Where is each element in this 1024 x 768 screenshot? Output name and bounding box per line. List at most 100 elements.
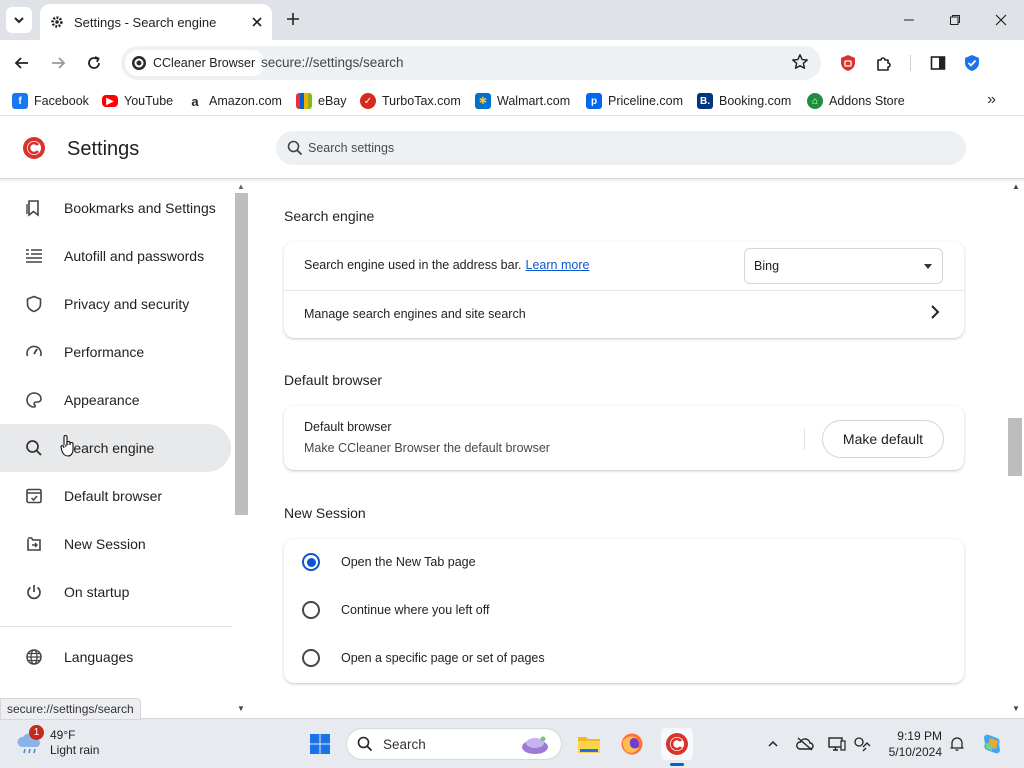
chevron-double-right-icon[interactable]: » xyxy=(987,91,996,109)
booking-icon: B. xyxy=(697,93,713,109)
sidebar-item-autofill-and-passwords[interactable]: Autofill and passwords xyxy=(0,232,231,280)
adblock-extension-button[interactable] xyxy=(836,51,860,75)
settings-search-box[interactable] xyxy=(276,131,966,165)
sidebar-item-search-engine[interactable]: Search engine xyxy=(0,424,231,472)
side-panel-icon xyxy=(930,56,946,70)
browser-toolbar: CCleaner Browser secure://settings/searc… xyxy=(0,40,1024,86)
search-icon xyxy=(287,140,303,156)
section-title-search-engine: Search engine xyxy=(284,208,375,224)
bookmark-priceline[interactable]: p Priceline.com xyxy=(586,92,683,110)
sidebar-item-label: New Session xyxy=(64,536,146,552)
bookmark-addons-store[interactable]: ⌂ Addons Store xyxy=(807,92,905,110)
reload-button[interactable] xyxy=(80,49,108,77)
bookmark-booking[interactable]: B. Booking.com xyxy=(697,92,791,110)
bell-icon[interactable] xyxy=(948,735,966,753)
cloud-offline-icon[interactable] xyxy=(796,735,814,753)
facebook-icon: f xyxy=(12,93,28,109)
radio-button[interactable] xyxy=(302,649,320,667)
sidebar-scrollbar-thumb[interactable] xyxy=(235,193,248,515)
start-button[interactable] xyxy=(304,728,336,760)
chevron-right-icon[interactable] xyxy=(929,304,941,320)
address-bar[interactable]: CCleaner Browser secure://settings/searc… xyxy=(121,46,821,80)
sidebar-item-label: Performance xyxy=(64,344,145,360)
firefox-taskbar-icon[interactable] xyxy=(616,728,648,760)
copilot-icon[interactable] xyxy=(980,732,1004,756)
section-title-default-browser: Default browser xyxy=(284,372,383,388)
star-icon[interactable] xyxy=(791,53,809,71)
speedometer-icon xyxy=(24,342,44,362)
tab-strip: Settings - Search engine xyxy=(0,0,1024,40)
taskbar-search-box[interactable]: Search xyxy=(346,728,562,760)
radio-button[interactable] xyxy=(302,553,320,571)
ccleaner-logo-icon xyxy=(666,733,688,755)
scroll-up-arrow-icon[interactable]: ▲ xyxy=(1012,182,1020,191)
bookmark-ebay[interactable]: eBay xyxy=(296,92,347,110)
bookmark-amazon[interactable]: a Amazon.com xyxy=(187,92,282,110)
scroll-up-arrow-icon[interactable]: ▲ xyxy=(237,182,245,191)
radio-open-specific-pages[interactable]: Open a specific page or set of pages xyxy=(302,646,545,670)
mouse-cursor-icon xyxy=(60,435,74,457)
url-text[interactable]: secure://settings/search xyxy=(261,55,404,70)
bookmark-facebook[interactable]: f Facebook xyxy=(12,92,89,110)
radio-open-new-tab[interactable]: Open the New Tab page xyxy=(302,550,476,574)
tab-settings[interactable]: Settings - Search engine xyxy=(40,4,272,40)
network-volume-icon[interactable] xyxy=(853,735,871,753)
ccleaner-logo-icon xyxy=(23,137,45,159)
ccleaner-browser-taskbar-icon[interactable] xyxy=(661,728,693,760)
priceline-icon: p xyxy=(586,93,602,109)
manage-search-engines-row[interactable]: Manage search engines and site search xyxy=(284,290,964,338)
radio-continue-where-left-off[interactable]: Continue where you left off xyxy=(302,598,489,622)
sidebar-item-appearance[interactable]: Appearance xyxy=(0,376,231,424)
display-icon[interactable] xyxy=(828,735,846,753)
file-explorer-taskbar-icon[interactable] xyxy=(573,728,605,760)
bookmark-walmart[interactable]: ✱ Walmart.com xyxy=(475,92,570,110)
sidebar-item-languages[interactable]: Languages xyxy=(0,633,231,681)
main-scrollbar-thumb[interactable] xyxy=(1008,418,1022,476)
close-window-button[interactable] xyxy=(978,4,1024,36)
search-engine-select[interactable]: Bing xyxy=(744,248,943,284)
new-session-icon xyxy=(24,534,44,554)
sidebar-item-bookmarks-and-settings[interactable]: Bookmarks and Settings xyxy=(0,184,231,232)
shield-block-icon xyxy=(841,55,855,71)
shield-icon xyxy=(24,294,44,314)
sidebar-item-default-browser[interactable]: Default browser xyxy=(0,472,231,520)
sidebar-item-new-session[interactable]: New Session xyxy=(0,520,231,568)
security-extension-button[interactable] xyxy=(960,51,984,75)
forward-button[interactable] xyxy=(44,49,72,77)
search-highlight-icon xyxy=(522,736,548,754)
clock[interactable]: 9:19 PM 5/10/2024 xyxy=(884,728,942,760)
bookmark-label: Priceline.com xyxy=(608,94,684,108)
sidebar-item-label: Search engine xyxy=(64,440,155,456)
amazon-icon: a xyxy=(187,93,203,109)
bookmark-label: YouTube xyxy=(124,94,174,108)
restore-button[interactable] xyxy=(932,4,978,36)
settings-search-input[interactable] xyxy=(308,131,948,165)
tab-search-button[interactable] xyxy=(6,7,32,33)
bookmark-turbotax[interactable]: ✓ TurboTax.com xyxy=(360,92,461,110)
windows-taskbar: 1 49°F Light rain Search 9:19 PM 5/10/20… xyxy=(0,718,1024,768)
minimize-icon xyxy=(904,19,914,21)
back-button[interactable] xyxy=(8,49,36,77)
new-tab-button[interactable] xyxy=(282,8,304,30)
scroll-down-arrow-icon[interactable]: ▼ xyxy=(1012,704,1020,713)
site-info-chip[interactable]: CCleaner Browser xyxy=(125,50,266,76)
bookmarks-bar: f Facebook ▶ YouTube a Amazon.com eBay ✓… xyxy=(0,86,1024,116)
chevron-up-icon[interactable] xyxy=(764,735,782,753)
minimize-button[interactable] xyxy=(886,4,932,36)
sidebar-item-performance[interactable]: Performance xyxy=(0,328,231,376)
learn-more-link[interactable]: Learn more xyxy=(526,258,590,272)
radio-button[interactable] xyxy=(302,601,320,619)
weather-widget[interactable]: 1 49°F Light rain xyxy=(16,725,100,758)
close-icon[interactable] xyxy=(252,17,262,27)
sidebar-item-on-startup[interactable]: On startup xyxy=(0,568,231,616)
bookmark-youtube[interactable]: ▶ YouTube xyxy=(102,92,173,110)
scroll-down-arrow-icon[interactable]: ▼ xyxy=(237,704,245,713)
dropdown-caret-icon xyxy=(924,264,932,269)
extensions-button[interactable] xyxy=(872,51,896,75)
close-icon xyxy=(995,14,1007,26)
weather-condition: Light rain xyxy=(50,743,100,757)
sidebar-item-privacy-and-security[interactable]: Privacy and security xyxy=(0,280,231,328)
side-panel-button[interactable] xyxy=(926,51,950,75)
bookmark-label: Facebook xyxy=(34,94,89,108)
make-default-button[interactable]: Make default xyxy=(822,420,944,458)
